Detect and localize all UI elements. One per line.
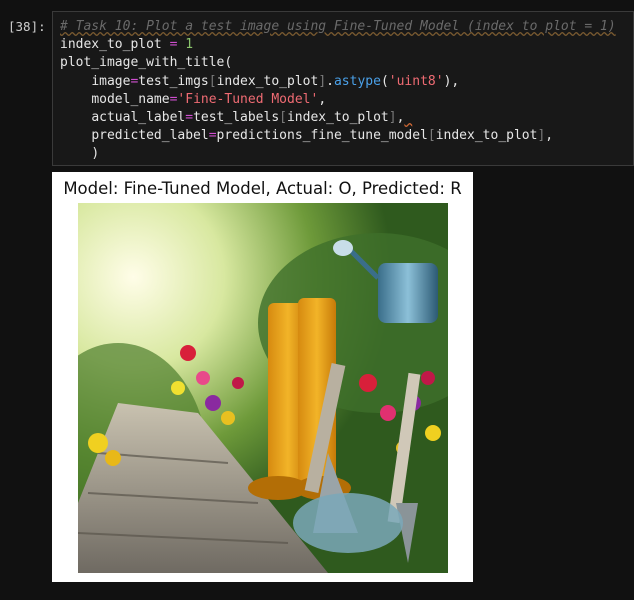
- code-var: index_to_plot: [435, 128, 538, 144]
- code-var: index_to_plot: [60, 37, 162, 53]
- cell-output: Model: Fine-Tuned Model, Actual: O, Pred…: [52, 172, 473, 582]
- code-kwarg: image: [91, 73, 131, 89]
- code-editor[interactable]: # Task 10: Plot a test image using Fine-…: [60, 18, 616, 164]
- code-function-call: plot_image_with_title(: [60, 55, 233, 71]
- code-kwarg: predicted_label: [91, 128, 209, 144]
- code-var: predictions_fine_tune_model: [216, 128, 428, 144]
- cell-prompt: [38]:: [8, 19, 46, 34]
- code-close-paren: ): [91, 146, 100, 162]
- code-method: astype: [333, 73, 381, 89]
- code-var: index_to_plot: [286, 110, 389, 126]
- garden-photo-image: [78, 203, 448, 573]
- code-comment: # Task 10: Plot a test image using Fine-…: [60, 19, 616, 34]
- plot-title: Model: Fine-Tuned Model, Actual: O, Pred…: [63, 179, 462, 198]
- code-var: test_imgs: [138, 73, 209, 89]
- code-kwarg: model_name: [91, 91, 170, 107]
- code-kwarg: actual_label: [91, 110, 186, 126]
- code-var: index_to_plot: [216, 73, 319, 89]
- code-cell[interactable]: # Task 10: Plot a test image using Fine-…: [52, 11, 634, 166]
- code-string: 'Fine-Tuned Model': [177, 91, 319, 107]
- code-string: 'uint8': [388, 73, 444, 89]
- code-number: 1: [185, 37, 194, 53]
- code-operator: =: [161, 37, 186, 53]
- code-var: test_labels: [193, 110, 280, 126]
